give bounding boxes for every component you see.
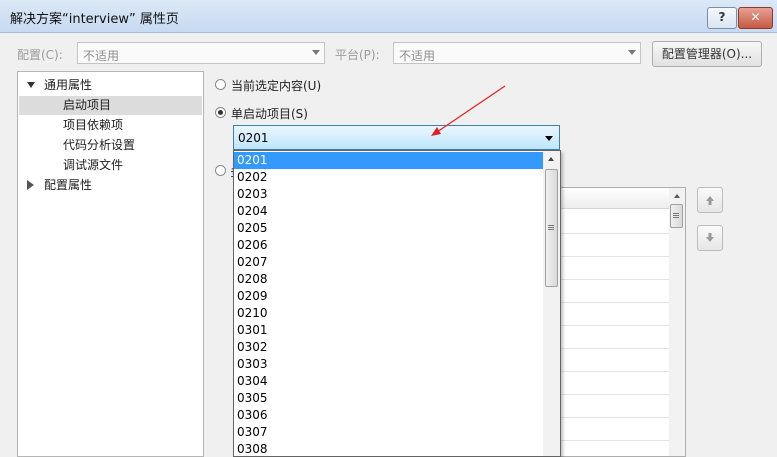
annotation-arrow (431, 85, 506, 136)
